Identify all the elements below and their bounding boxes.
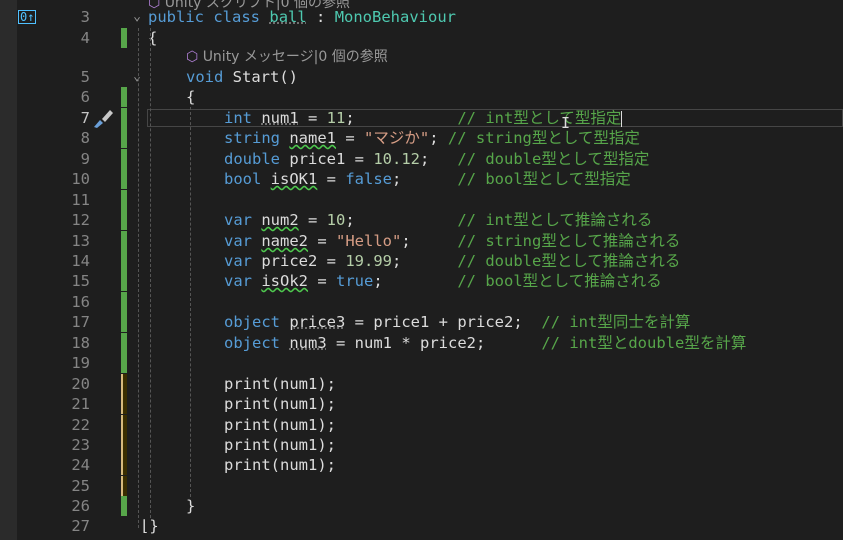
unsaved-change-bar <box>121 476 127 496</box>
code-line-16[interactable]: 16 <box>0 292 843 312</box>
code-line-22[interactable]: 22 print(num1); <box>0 415 843 435</box>
change-bar <box>121 496 127 516</box>
change-bar <box>121 353 127 373</box>
code-line-14[interactable]: 14 var price2 = 19.99; // double型として推論され… <box>0 251 843 271</box>
fold-chevron-icon[interactable]: ⌄ <box>131 7 143 27</box>
change-bar <box>121 128 127 148</box>
change-bar <box>121 292 127 312</box>
code-line-19[interactable]: 19 <box>0 353 843 373</box>
unity-icon: ⬡ <box>186 49 199 65</box>
code-line-8[interactable]: 8 string name1 = "マジか"; // string型として型指定 <box>0 128 843 148</box>
change-bar <box>121 271 127 291</box>
codelens-method[interactable]: ⬡ Unity メッセージ|0 個の参照 <box>0 47 843 67</box>
code-line-17[interactable]: 17 object price3 = price1 + price2; // i… <box>0 312 843 332</box>
code-line-11[interactable]: 11 <box>0 190 843 210</box>
code-line-10[interactable]: 10 bool isOK1 = false; // bool型として型指定 <box>0 169 843 189</box>
change-bar <box>121 312 127 332</box>
code-line-13[interactable]: 13 var name2 = "Hello"; // string型として推論さ… <box>0 231 843 251</box>
code-line-4[interactable]: 4 { <box>0 28 843 48</box>
unsaved-change-bar <box>121 374 127 394</box>
indent-guide <box>190 107 191 497</box>
code-line-25[interactable]: 25 <box>0 476 843 496</box>
unsaved-change-bar <box>121 435 127 455</box>
text-caret <box>621 110 623 127</box>
code-line-7[interactable]: 7 int num1 = 11; // int型として型指定 <box>0 108 843 128</box>
change-bar <box>121 149 127 169</box>
unsaved-change-bar <box>121 394 127 414</box>
change-bar <box>121 210 127 230</box>
code-line-24[interactable]: 24 print(num1); <box>0 455 843 475</box>
change-bar <box>121 87 127 107</box>
code-line-9[interactable]: 9 double price1 = 10.12; // double型として型指… <box>0 149 843 169</box>
change-bar <box>121 333 127 353</box>
change-bar <box>121 231 127 251</box>
unsaved-change-bar <box>121 455 127 475</box>
code-line-18[interactable]: 18 object num3 = num1 * price2; // int型と… <box>0 333 843 353</box>
change-bar <box>121 190 127 210</box>
code-line-21[interactable]: 21 print(num1); <box>0 394 843 414</box>
indent-guide <box>150 28 151 518</box>
code-line-5[interactable]: 5 ⌄ void Start() <box>0 67 843 87</box>
indent-guide <box>138 28 139 528</box>
code-line-26[interactable]: 26 } <box>0 496 843 516</box>
fold-chevron-icon[interactable]: ⌄ <box>131 67 143 87</box>
change-bar <box>121 169 127 189</box>
code-line-12[interactable]: 12 var num2 = 10; // int型として推論される <box>0 210 843 230</box>
code-line-6[interactable]: 6 { <box>0 87 843 107</box>
change-bar <box>121 251 127 271</box>
quick-actions-brush-icon[interactable] <box>92 107 116 129</box>
code-line-3[interactable]: 3 ⌄ public class ball : MonoBehaviour <box>0 7 843 27</box>
code-line-27[interactable]: 27 ⌊} <box>0 516 843 536</box>
code-line-23[interactable]: 23 print(num1); <box>0 435 843 455</box>
change-bar <box>121 108 127 128</box>
code-line-20[interactable]: 20 print(num1); <box>0 374 843 394</box>
unsaved-change-bar <box>121 415 127 435</box>
change-bar <box>121 28 127 48</box>
code-line-15[interactable]: 15 var isOk2 = true; // bool型として推論される <box>0 271 843 291</box>
